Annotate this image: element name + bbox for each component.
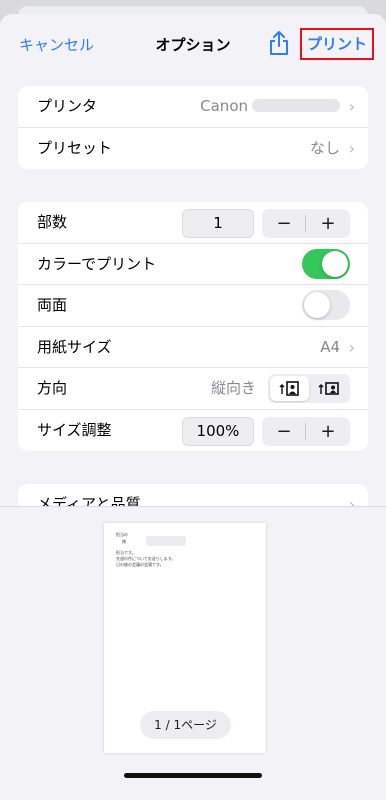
- toggle-knob: [304, 292, 330, 318]
- copies-row: 部数 1 − +: [18, 202, 368, 244]
- page-indicator: 1 / 1ページ: [140, 711, 231, 739]
- scale-row: サイズ調整 100% − +: [18, 410, 368, 452]
- duplex-row: 両面: [18, 285, 368, 327]
- decrement-button[interactable]: −: [262, 417, 306, 446]
- landscape-button[interactable]: [309, 376, 348, 401]
- print-preview-area: 担当の 様 担当です。 先週の件についてお送りします。 日の後の会議の会場です。…: [0, 506, 386, 800]
- chevron-right-icon: ›: [348, 138, 355, 158]
- preview-text-line: 日の後の会議の会場です。: [116, 562, 164, 567]
- scale-label: サイズ調整: [37, 420, 112, 439]
- printer-label: プリンタ: [37, 97, 98, 115]
- duplex-label: 両面: [37, 296, 68, 314]
- preview-text-line: 担当の: [116, 532, 128, 537]
- share-icon: [270, 31, 288, 55]
- chevron-right-icon: ›: [348, 97, 355, 116]
- printer-group: プリンタ Canon › プリセット なし ›: [18, 86, 368, 169]
- redacted-preview-name: [146, 536, 186, 546]
- orientation-row: 方向 縦向き: [18, 368, 368, 410]
- duplex-toggle[interactable]: [302, 290, 350, 320]
- preset-row[interactable]: プリセット なし ›: [18, 128, 368, 170]
- print-button[interactable]: プリント: [300, 28, 374, 60]
- preset-label: プリセット: [37, 138, 113, 157]
- chevron-right-icon: ›: [348, 337, 355, 357]
- navigation-bar: キャンセル オプション プリント: [0, 14, 386, 74]
- page-preview[interactable]: 担当の 様 担当です。 先週の件についてお送りします。 日の後の会議の会場です。…: [104, 523, 266, 753]
- preset-value: なし: [309, 138, 340, 157]
- color-toggle[interactable]: [302, 248, 350, 279]
- color-label: カラーでプリント: [37, 254, 157, 273]
- preview-text-line: 様: [122, 539, 126, 544]
- scale-field[interactable]: 100%: [182, 416, 254, 446]
- portrait-icon: [279, 381, 299, 396]
- paper-size-value: A4: [320, 337, 340, 356]
- redacted-printer-model: [252, 99, 340, 112]
- landscape-icon: [318, 382, 339, 395]
- color-row: カラーでプリント: [18, 244, 368, 285]
- portrait-button[interactable]: [270, 376, 309, 401]
- paper-size-row[interactable]: 用紙サイズ A4 ›: [18, 327, 368, 368]
- toggle-knob: [322, 250, 348, 277]
- printer-row[interactable]: プリンタ Canon ›: [18, 86, 368, 128]
- print-options-sheet: キャンセル オプション プリント プリンタ Canon › プリセット なし ›…: [0, 14, 386, 800]
- orientation-value: 縦向き: [210, 379, 256, 397]
- copies-field[interactable]: 1: [182, 209, 254, 238]
- printer-value: Canon: [200, 86, 340, 127]
- options-group: 部数 1 − + カラーでプリント 両面 用紙サイズ A4 › 方向 縦向き サ…: [18, 202, 368, 451]
- copies-label: 部数: [37, 213, 68, 231]
- increment-button[interactable]: +: [306, 417, 350, 446]
- orientation-control: [268, 374, 350, 403]
- copies-stepper: − +: [262, 209, 350, 238]
- increment-button[interactable]: +: [306, 209, 350, 238]
- paper-size-label: 用紙サイズ: [37, 337, 112, 356]
- share-button[interactable]: [268, 30, 290, 56]
- scale-stepper: − +: [262, 416, 350, 446]
- orientation-label: 方向: [37, 379, 68, 397]
- home-indicator[interactable]: [124, 773, 262, 778]
- decrement-button[interactable]: −: [262, 209, 306, 238]
